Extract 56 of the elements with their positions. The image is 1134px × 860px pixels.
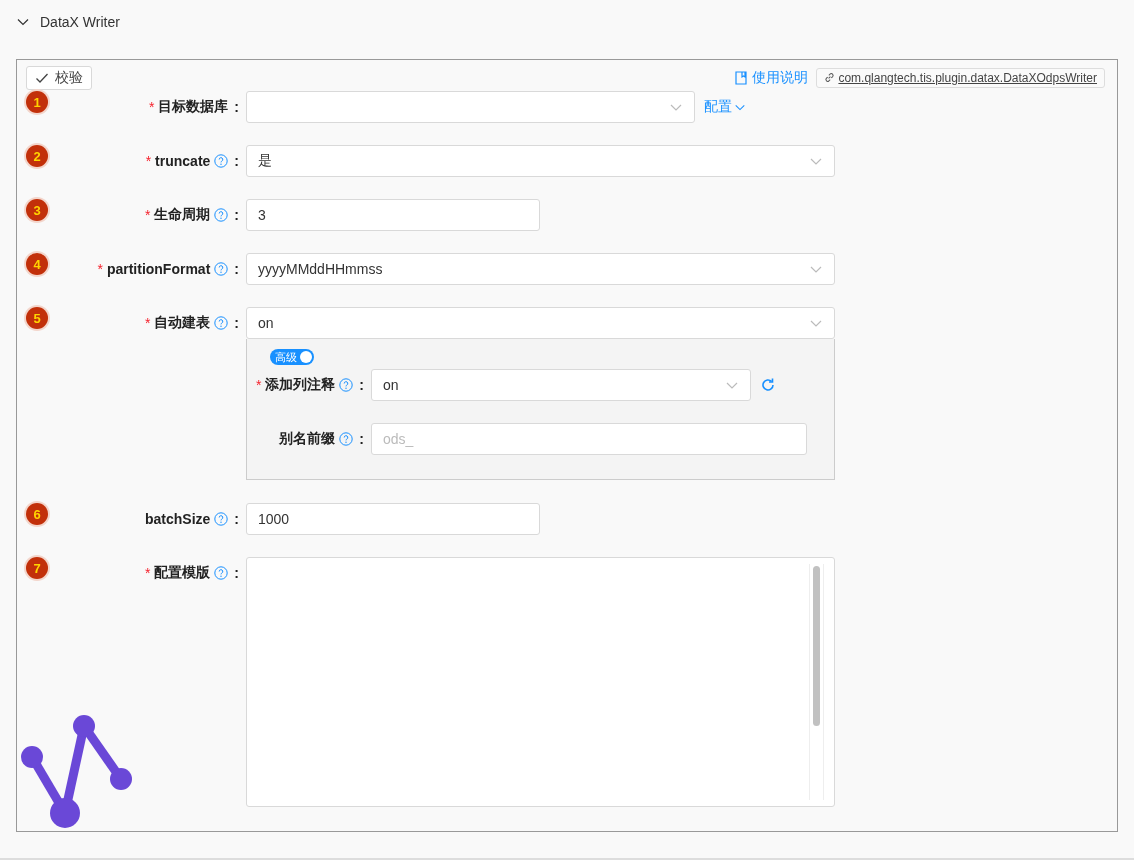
select-field[interactable]: on — [371, 369, 751, 401]
required-mark: * — [148, 99, 155, 115]
label-colon: : — [234, 207, 239, 223]
label-colon: : — [234, 153, 239, 169]
label-colon: : — [234, 565, 239, 581]
input-field[interactable]: 3 — [246, 199, 540, 231]
step-number-badge: 7 — [26, 557, 48, 579]
help-icon[interactable] — [214, 208, 229, 222]
field-label: 配置模版 — [154, 564, 211, 582]
step-number-badge: 3 — [26, 199, 48, 221]
field-label: 目标数据库 — [158, 98, 229, 116]
field-label: 别名前缀 — [279, 430, 336, 448]
help-icon[interactable] — [339, 432, 354, 446]
select-field[interactable]: yyyyMMddHHmmss — [246, 253, 835, 285]
field-label: truncate — [155, 153, 211, 169]
step-number-badge: 4 — [26, 253, 48, 275]
label-colon: : — [234, 261, 239, 277]
label-colon: : — [234, 511, 239, 527]
select-field[interactable]: on — [246, 307, 835, 339]
step-number-badge: 1 — [26, 91, 48, 113]
step-number-badge: 6 — [26, 503, 48, 525]
input-field[interactable]: 1000 — [246, 503, 540, 535]
textarea-field[interactable] — [246, 557, 835, 807]
help-icon[interactable] — [214, 262, 229, 276]
step-number-badge: 2 — [26, 145, 48, 167]
help-icon[interactable] — [214, 154, 229, 168]
input-field[interactable]: ods_ — [371, 423, 807, 455]
scrollbar-thumb[interactable] — [813, 566, 820, 726]
help-icon[interactable] — [214, 566, 229, 580]
section-title: DataX Writer — [40, 14, 120, 30]
required-mark: * — [144, 207, 151, 223]
step-number-badge: 5 — [26, 307, 48, 329]
label-colon: : — [359, 377, 364, 393]
validate-button[interactable]: 校验 — [26, 65, 92, 90]
label-colon: : — [234, 315, 239, 331]
field-label: partitionFormat — [106, 261, 211, 277]
required-mark: * — [144, 315, 151, 331]
field-label: batchSize — [144, 511, 211, 527]
required-mark: * — [145, 153, 152, 169]
required-mark: * — [97, 261, 103, 277]
link-icon — [824, 72, 836, 83]
plugin-link[interactable]: com.qlangtech.tis.plugin.datax.DataXOdpsWriter — [816, 67, 1105, 88]
label-colon: : — [234, 99, 239, 115]
refresh-icon[interactable] — [760, 377, 776, 393]
field-label: 添加列注释 — [265, 376, 336, 394]
select-field[interactable] — [246, 91, 695, 123]
help-icon[interactable] — [339, 378, 354, 392]
document-icon — [735, 70, 748, 85]
field-label: 自动建表 — [154, 314, 211, 332]
select-field[interactable]: 是 — [246, 145, 835, 177]
label-colon: : — [359, 431, 364, 447]
required-mark: * — [144, 565, 151, 581]
help-icon[interactable] — [214, 512, 229, 526]
field-label: 生命周期 — [154, 206, 211, 224]
required-mark: * — [255, 377, 262, 393]
help-icon[interactable] — [214, 316, 229, 330]
